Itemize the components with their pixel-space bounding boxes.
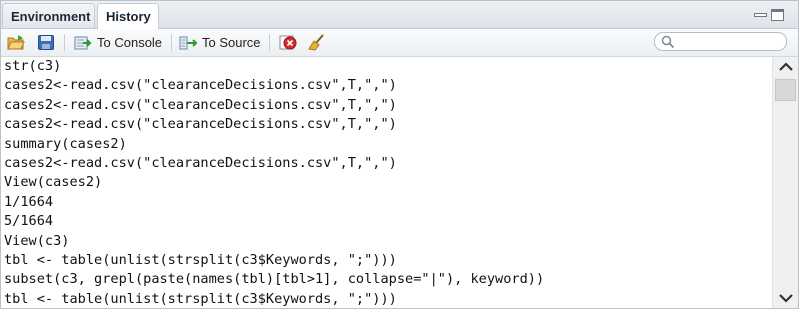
to-console-icon — [74, 36, 92, 49]
history-toolbar: To Console To Source — [1, 29, 798, 57]
history-entry[interactable]: View(c3) — [1, 232, 771, 251]
history-pane: Environment History To Console To Source… — [0, 0, 799, 309]
history-entry[interactable]: 1/1664 — [1, 193, 771, 212]
load-history-icon[interactable] — [7, 34, 25, 51]
toolbar-separator — [269, 34, 270, 51]
search-icon — [661, 35, 675, 49]
remove-entry-icon[interactable] — [279, 34, 297, 51]
to-source-label: To Source — [202, 35, 261, 50]
history-list: str(c3) cases2<-read.csv("clearanceDecisi… — [1, 57, 771, 308]
tab-bar: Environment History — [1, 1, 798, 29]
clear-all-icon[interactable] — [308, 34, 326, 51]
history-entry[interactable]: View(cases2) — [1, 173, 771, 192]
to-source-button[interactable]: To Source — [179, 33, 261, 52]
history-entry[interactable]: str(c3) — [1, 57, 771, 76]
history-entry[interactable]: summary(cases2) — [1, 135, 771, 154]
tab-environment[interactable]: Environment — [2, 3, 95, 28]
history-entry[interactable]: tbl <- table(unlist(strsplit(c3$Keywords… — [1, 251, 771, 270]
toolbar-separator — [171, 34, 172, 51]
toolbar-separator — [64, 34, 65, 51]
history-entry[interactable]: cases2<-read.csv("clearanceDecisions.csv… — [1, 96, 771, 115]
to-console-button[interactable]: To Console — [74, 33, 162, 52]
search-input[interactable] — [679, 34, 779, 49]
history-entry[interactable]: cases2<-read.csv("clearanceDecisions.csv… — [1, 115, 771, 134]
vertical-scrollbar[interactable] — [772, 57, 798, 308]
scrollbar-thumb[interactable] — [775, 79, 796, 101]
history-entry[interactable]: cases2<-read.csv("clearanceDecisions.csv… — [1, 154, 771, 173]
history-search[interactable] — [654, 32, 787, 51]
scroll-down-icon[interactable] — [773, 288, 799, 308]
minimize-icon[interactable] — [754, 9, 767, 17]
history-entry[interactable]: cases2<-read.csv("clearanceDecisions.csv… — [1, 76, 771, 95]
maximize-icon[interactable] — [771, 9, 784, 21]
save-history-icon[interactable] — [37, 34, 55, 51]
to-source-icon — [179, 36, 198, 49]
history-entry[interactable]: subset(c3, grepl(paste(names(tbl)[tbl>1]… — [1, 270, 771, 289]
history-entry[interactable]: 5/1664 — [1, 212, 771, 231]
history-entry[interactable]: tbl <- table(unlist(strsplit(c3$Keywords… — [1, 290, 771, 308]
scroll-up-icon[interactable] — [773, 57, 799, 77]
tab-history[interactable]: History — [97, 3, 159, 29]
to-console-label: To Console — [97, 35, 163, 50]
